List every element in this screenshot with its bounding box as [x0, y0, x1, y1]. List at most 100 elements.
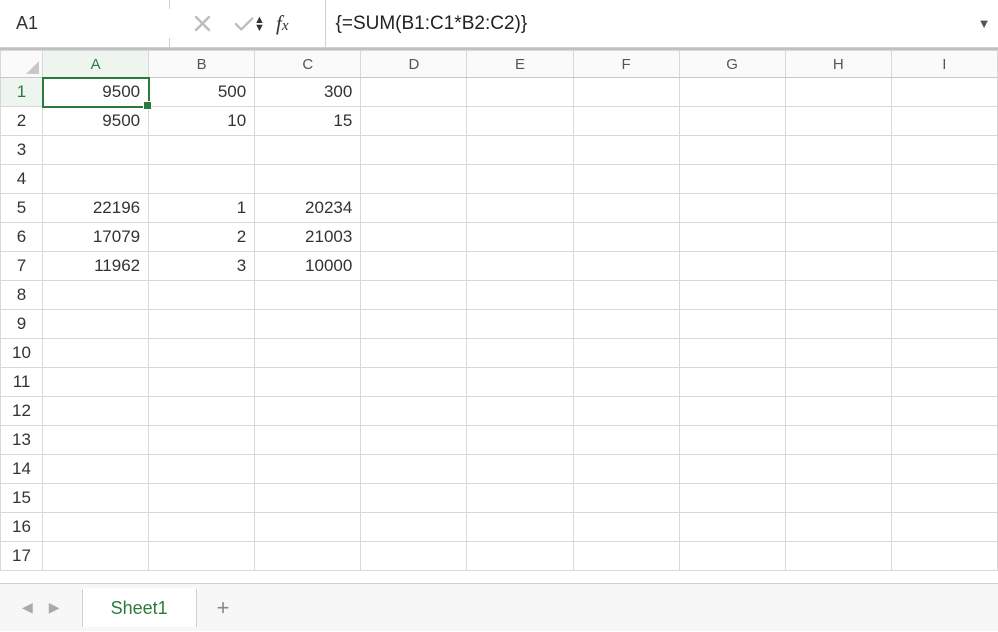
cell-G17[interactable]	[679, 542, 785, 571]
cell-I3[interactable]	[891, 136, 997, 165]
cell-A13[interactable]	[43, 426, 149, 455]
cell-C11[interactable]	[255, 368, 361, 397]
row-header-15[interactable]: 15	[1, 484, 43, 513]
cell-I5[interactable]	[891, 194, 997, 223]
cell-H14[interactable]	[785, 455, 891, 484]
cell-H7[interactable]	[785, 252, 891, 281]
cell-D15[interactable]	[361, 484, 467, 513]
cell-B8[interactable]	[149, 281, 255, 310]
cell-C15[interactable]	[255, 484, 361, 513]
row-header-10[interactable]: 10	[1, 339, 43, 368]
cell-I4[interactable]	[891, 165, 997, 194]
cell-E3[interactable]	[467, 136, 573, 165]
cell-B6[interactable]: 2	[149, 223, 255, 252]
column-header-D[interactable]: D	[361, 51, 467, 78]
cell-I12[interactable]	[891, 397, 997, 426]
cell-A10[interactable]	[43, 339, 149, 368]
cell-E8[interactable]	[467, 281, 573, 310]
cell-D12[interactable]	[361, 397, 467, 426]
add-sheet-icon[interactable]: +	[197, 595, 250, 621]
cell-C4[interactable]	[255, 165, 361, 194]
cell-H16[interactable]	[785, 513, 891, 542]
cell-A12[interactable]	[43, 397, 149, 426]
cell-G1[interactable]	[679, 78, 785, 107]
column-header-G[interactable]: G	[679, 51, 785, 78]
cell-C7[interactable]: 10000	[255, 252, 361, 281]
cell-G14[interactable]	[679, 455, 785, 484]
cell-G9[interactable]	[679, 310, 785, 339]
cell-C17[interactable]	[255, 542, 361, 571]
column-header-H[interactable]: H	[785, 51, 891, 78]
column-header-A[interactable]: A	[43, 51, 149, 78]
cell-H12[interactable]	[785, 397, 891, 426]
cell-H4[interactable]	[785, 165, 891, 194]
cell-B10[interactable]	[149, 339, 255, 368]
cell-B9[interactable]	[149, 310, 255, 339]
fx-icon[interactable]: fx	[276, 11, 303, 36]
column-header-B[interactable]: B	[149, 51, 255, 78]
cell-I9[interactable]	[891, 310, 997, 339]
cell-G12[interactable]	[679, 397, 785, 426]
cell-B7[interactable]: 3	[149, 252, 255, 281]
cell-G5[interactable]	[679, 194, 785, 223]
cell-D6[interactable]	[361, 223, 467, 252]
cell-G3[interactable]	[679, 136, 785, 165]
cell-F16[interactable]	[573, 513, 679, 542]
cell-D2[interactable]	[361, 107, 467, 136]
cell-F14[interactable]	[573, 455, 679, 484]
cell-F13[interactable]	[573, 426, 679, 455]
cell-F4[interactable]	[573, 165, 679, 194]
row-header-1[interactable]: 1	[1, 78, 43, 107]
cell-E6[interactable]	[467, 223, 573, 252]
column-header-C[interactable]: C	[255, 51, 361, 78]
cell-F10[interactable]	[573, 339, 679, 368]
cell-A9[interactable]	[43, 310, 149, 339]
cell-B15[interactable]	[149, 484, 255, 513]
sheet-tab[interactable]: Sheet1	[82, 588, 197, 627]
cell-G10[interactable]	[679, 339, 785, 368]
column-header-F[interactable]: F	[573, 51, 679, 78]
cell-D4[interactable]	[361, 165, 467, 194]
cell-H8[interactable]	[785, 281, 891, 310]
cell-A11[interactable]	[43, 368, 149, 397]
cell-H3[interactable]	[785, 136, 891, 165]
cell-I16[interactable]	[891, 513, 997, 542]
cell-G16[interactable]	[679, 513, 785, 542]
cell-C9[interactable]	[255, 310, 361, 339]
cell-E10[interactable]	[467, 339, 573, 368]
cell-F8[interactable]	[573, 281, 679, 310]
cell-I6[interactable]	[891, 223, 997, 252]
cell-D8[interactable]	[361, 281, 467, 310]
cell-G8[interactable]	[679, 281, 785, 310]
cell-F11[interactable]	[573, 368, 679, 397]
cell-E16[interactable]	[467, 513, 573, 542]
cell-B16[interactable]	[149, 513, 255, 542]
cell-D5[interactable]	[361, 194, 467, 223]
cell-E4[interactable]	[467, 165, 573, 194]
cell-B13[interactable]	[149, 426, 255, 455]
cell-B1[interactable]: 500	[149, 78, 255, 107]
row-header-4[interactable]: 4	[1, 165, 43, 194]
cell-A3[interactable]	[43, 136, 149, 165]
cell-F1[interactable]	[573, 78, 679, 107]
row-header-17[interactable]: 17	[1, 542, 43, 571]
cell-D9[interactable]	[361, 310, 467, 339]
cell-H1[interactable]	[785, 78, 891, 107]
cell-F17[interactable]	[573, 542, 679, 571]
cell-E9[interactable]	[467, 310, 573, 339]
cancel-icon[interactable]	[192, 14, 212, 34]
cell-D14[interactable]	[361, 455, 467, 484]
cell-C3[interactable]	[255, 136, 361, 165]
cell-C14[interactable]	[255, 455, 361, 484]
cell-G4[interactable]	[679, 165, 785, 194]
cell-E5[interactable]	[467, 194, 573, 223]
cell-G2[interactable]	[679, 107, 785, 136]
cell-D11[interactable]	[361, 368, 467, 397]
cell-B4[interactable]	[149, 165, 255, 194]
cell-D7[interactable]	[361, 252, 467, 281]
cell-B2[interactable]: 10	[149, 107, 255, 136]
formula-input[interactable]: {=SUM(B1:C1*B2:C2)}	[326, 13, 970, 35]
cell-G15[interactable]	[679, 484, 785, 513]
cell-F15[interactable]	[573, 484, 679, 513]
row-header-3[interactable]: 3	[1, 136, 43, 165]
